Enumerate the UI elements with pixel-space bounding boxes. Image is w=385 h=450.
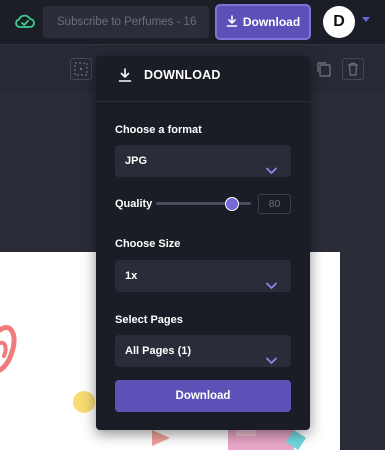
chevron-down-icon (266, 156, 277, 188)
download-panel: DOWNLOAD Choose a format JPG Quality 80 … (96, 56, 310, 430)
quality-label: Quality (115, 198, 153, 210)
duplicate-icon[interactable] (313, 58, 335, 80)
cloud-check-icon[interactable] (14, 11, 36, 31)
quality-slider-handle[interactable] (225, 197, 239, 211)
size-select[interactable]: 1x (115, 260, 291, 292)
panel-header: DOWNLOAD (96, 56, 310, 102)
download-icon (226, 14, 238, 30)
chevron-down-icon (266, 271, 277, 303)
format-value: JPG (125, 155, 148, 167)
download-button-label: Download (242, 15, 301, 29)
pages-select[interactable]: All Pages (1) (115, 335, 291, 367)
format-label: Choose a format (115, 124, 202, 136)
design-title-input[interactable]: Subscribe to Perfumes - 16 (43, 6, 209, 38)
size-value: 1x (125, 270, 138, 282)
download-button[interactable]: Download (215, 4, 311, 40)
trash-icon[interactable] (342, 58, 364, 80)
pages-value: All Pages (1) (125, 345, 192, 357)
pages-label: Select Pages (115, 314, 183, 326)
download-icon (118, 68, 132, 87)
avatar[interactable]: D (323, 6, 355, 38)
quality-slider[interactable] (156, 197, 251, 211)
top-bar: Subscribe to Perfumes - 16 Download D (0, 0, 385, 44)
chevron-down-icon (266, 346, 277, 378)
quality-value-input[interactable]: 80 (258, 194, 291, 214)
grid-icon[interactable] (70, 58, 92, 80)
caret-down-icon[interactable] (362, 17, 370, 22)
download-submit-button[interactable]: Download (115, 380, 291, 412)
size-label: Choose Size (115, 238, 181, 250)
format-select[interactable]: JPG (115, 145, 291, 177)
panel-title: DOWNLOAD (144, 68, 221, 82)
